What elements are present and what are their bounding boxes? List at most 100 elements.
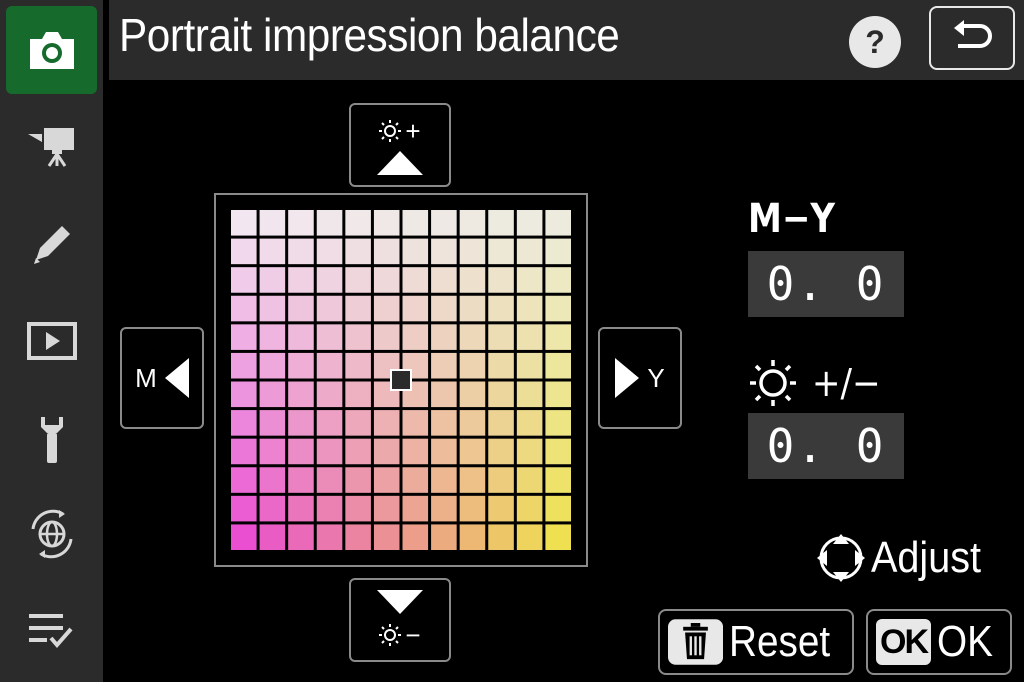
sun-icon: [379, 624, 402, 646]
grid-cell: [402, 410, 429, 436]
grid-cell: [516, 324, 543, 350]
triangle-right-icon: [615, 358, 640, 398]
grid-cell: [259, 410, 286, 436]
grid-cell: [288, 410, 314, 436]
grid-cell: [431, 324, 457, 350]
grid-cell: [231, 381, 257, 408]
grid-cell: [288, 381, 314, 408]
grid-cell: [545, 524, 571, 550]
brightness-down-button[interactable]: −: [349, 578, 451, 662]
magenta-yellow-value: 0. 0: [748, 251, 904, 317]
grid-cell: [316, 438, 343, 465]
grid-cell: [516, 267, 543, 293]
magenta-button[interactable]: M: [120, 327, 204, 429]
grid-cell: [259, 238, 286, 265]
brightness-label-row: +/−: [748, 358, 884, 408]
triangle-left-icon: [164, 358, 189, 398]
grid-cell: [288, 352, 314, 379]
brightness-up-button[interactable]: +: [349, 103, 451, 187]
sidebar-item-video-recording[interactable]: [6, 102, 97, 190]
reset-button[interactable]: Reset: [658, 609, 854, 675]
magenta-label: M: [135, 362, 157, 393]
grid-cell: [459, 467, 486, 493]
grid-cell: [431, 295, 457, 322]
magenta-yellow-label: M−Y: [748, 196, 835, 242]
sidebar-item-playback[interactable]: [6, 297, 97, 385]
grid-cell: [459, 238, 486, 265]
grid-cell: [316, 410, 343, 436]
sidebar-item-photo-shooting[interactable]: [6, 6, 97, 94]
grid-cell: [545, 381, 571, 408]
sidebar-item-network[interactable]: [6, 490, 97, 578]
grid-cell: [345, 210, 371, 236]
grid-cell: [488, 381, 514, 408]
grid-cell: [545, 210, 571, 236]
color-grid-svg: [231, 210, 571, 550]
ok-button[interactable]: OK OK: [866, 609, 1012, 675]
triangle-down-icon: [377, 589, 423, 614]
playback-icon: [26, 322, 77, 360]
adjust-label: Adjust: [871, 533, 982, 582]
adjust-hint: Adjust: [815, 530, 993, 586]
grid-cell: [402, 324, 429, 350]
grid-cell: [316, 267, 343, 293]
grid-cell: [231, 352, 257, 379]
grid-cell: [231, 295, 257, 322]
grid-cell: [288, 238, 314, 265]
grid-cell: [431, 352, 457, 379]
grid-cell: [231, 467, 257, 493]
yellow-label: Y: [647, 362, 665, 393]
grid-cell: [516, 410, 543, 436]
sidebar-item-my-menu[interactable]: [6, 586, 97, 674]
grid-cell: [316, 324, 343, 350]
grid-cell: [431, 238, 457, 265]
color-balance-grid[interactable]: [231, 210, 571, 550]
grid-cell: [373, 238, 400, 265]
grid-cell: [516, 467, 543, 493]
grid-cell: [402, 524, 429, 550]
camera-icon: [29, 32, 74, 69]
sun-icon: [379, 120, 402, 142]
ok-label: OK: [937, 617, 993, 666]
grid-cell: [259, 438, 286, 465]
grid-cell: [259, 324, 286, 350]
back-button[interactable]: [929, 6, 1015, 70]
grid-cell: [316, 495, 343, 522]
grid-cell: [402, 295, 429, 322]
sun-icon: [750, 360, 796, 406]
grid-cell: [488, 210, 514, 236]
grid-cell: [316, 352, 343, 379]
help-icon: ?: [865, 23, 885, 60]
grid-cell: [459, 524, 486, 550]
grid-cell: [459, 410, 486, 436]
grid-cell: [488, 267, 514, 293]
grid-cell: [402, 267, 429, 293]
grid-cell: [545, 295, 571, 322]
grid-cell: [516, 352, 543, 379]
grid-cell: [545, 352, 571, 379]
grid-cell: [373, 438, 400, 465]
grid-cell: [488, 438, 514, 465]
grid-cell: [373, 210, 400, 236]
sidebar-item-custom-settings[interactable]: [6, 200, 97, 288]
grid-cell: [402, 495, 429, 522]
grid-cell: [373, 410, 400, 436]
grid-cursor[interactable]: [390, 369, 412, 391]
sidebar-item-setup[interactable]: [6, 396, 97, 484]
yellow-button[interactable]: Y: [598, 327, 682, 429]
grid-cell: [516, 524, 543, 550]
grid-cell: [431, 467, 457, 493]
grid-cell: [288, 210, 314, 236]
help-button[interactable]: ?: [849, 16, 901, 68]
grid-cell: [516, 295, 543, 322]
grid-cell: [345, 438, 371, 465]
grid-cell: [288, 438, 314, 465]
page-title: Portrait impression balance: [119, 9, 620, 61]
grid-cell: [431, 381, 457, 408]
my-menu-icon: [28, 614, 73, 649]
grid-cell: [316, 524, 343, 550]
grid-cell: [431, 438, 457, 465]
grid-cell: [259, 467, 286, 493]
grid-cell: [545, 267, 571, 293]
grid-cell: [231, 438, 257, 465]
